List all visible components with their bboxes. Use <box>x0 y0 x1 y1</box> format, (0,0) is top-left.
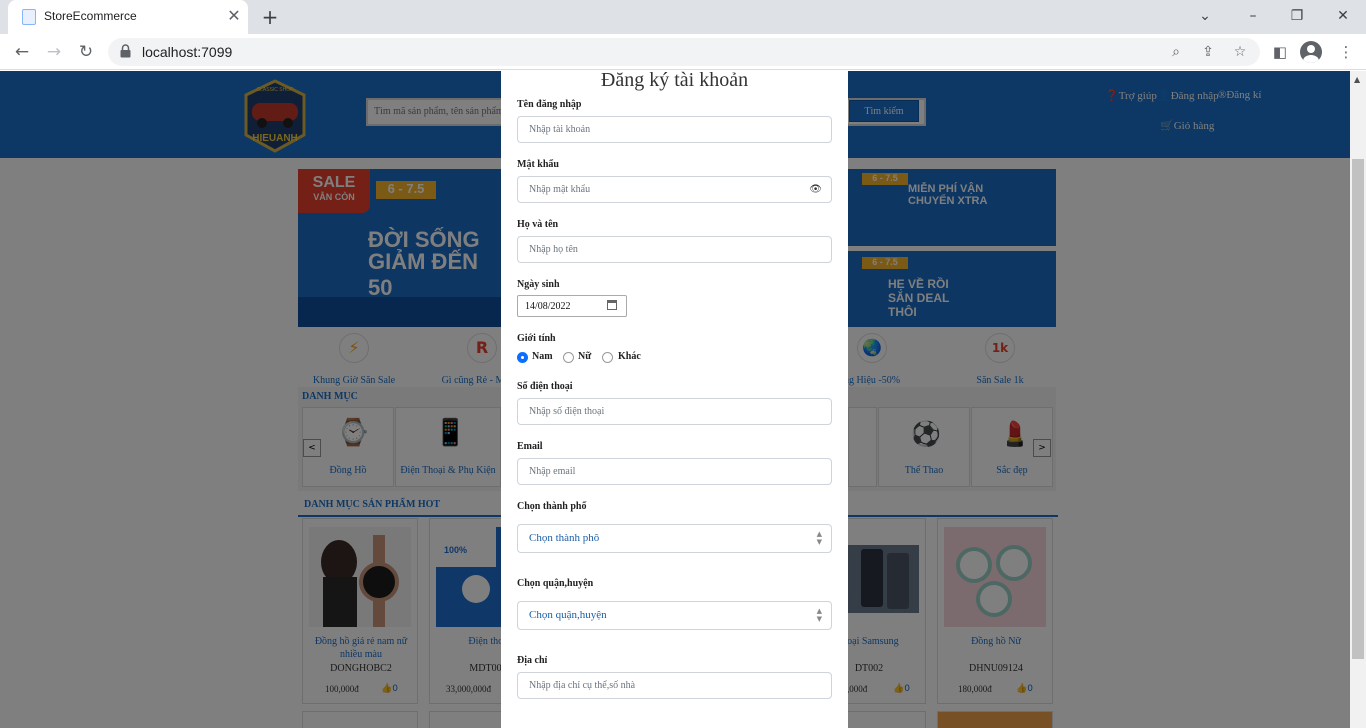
district-select[interactable]: Chọn quận,huyện ▲ ▼ <box>517 601 832 630</box>
gender-label-nam: Nam <box>532 351 553 362</box>
reload-icon[interactable]: ↻ <box>74 40 98 64</box>
birthday-label: Ngày sinh <box>517 279 560 290</box>
scroll-up-arrow-icon[interactable]: ▲ <box>1354 75 1360 84</box>
password-placeholder: Nhập mật khẩu <box>529 184 591 195</box>
menu-kebab-icon[interactable]: ⋮ <box>1334 40 1358 64</box>
tab-title: StoreEcommerce <box>44 9 137 23</box>
address-bar[interactable]: localhost:7099 ⌕ ⇪ ☆ <box>108 38 1260 66</box>
gender-radio-nam[interactable] <box>517 352 528 363</box>
share-icon[interactable]: ⇪ <box>1198 42 1218 62</box>
page-scrollbar[interactable]: ▲ <box>1350 71 1366 728</box>
lock-icon <box>120 44 131 58</box>
username-label: Tên đăng nhập <box>517 99 582 110</box>
password-label: Mật khẩu <box>517 159 559 170</box>
birthday-value: 14/08/2022 <box>525 301 571 312</box>
side-panel-icon[interactable]: ◧ <box>1268 40 1292 64</box>
eye-icon[interactable]: 👁 <box>809 184 822 195</box>
district-label: Chọn quận,huyện <box>517 578 594 589</box>
fullname-label: Họ và tên <box>517 219 559 230</box>
city-value: Chọn thành phô <box>529 532 600 544</box>
phone-label: Số điện thoại <box>517 381 573 392</box>
restore-button[interactable]: ❐ <box>1284 5 1310 27</box>
select-arrows-icon: ▲ ▼ <box>816 530 822 546</box>
email-placeholder: Nhập email <box>529 466 576 477</box>
select-arrows-icon: ▲ ▼ <box>816 607 822 623</box>
gender-label-khac: Khác <box>618 351 641 362</box>
new-tab-button[interactable]: + <box>258 5 282 29</box>
browser-tab[interactable]: StoreEcommerce ✕ <box>8 0 248 34</box>
forward-arrow-icon[interactable]: → <box>42 40 66 64</box>
url-text[interactable]: localhost:7099 <box>142 44 232 60</box>
username-placeholder: Nhập tài khoản <box>529 124 591 135</box>
email-input[interactable]: Nhập email <box>517 458 832 485</box>
fullname-input[interactable]: Nhập họ tên <box>517 236 832 263</box>
gender-radio-nu[interactable] <box>563 352 574 363</box>
minimize-button[interactable]: – <box>1240 5 1266 27</box>
address-label: Địa chỉ <box>517 655 548 666</box>
zoom-icon[interactable]: ⌕ <box>1166 42 1186 62</box>
city-select[interactable]: Chọn thành phô ▲ ▼ <box>517 524 832 553</box>
phone-placeholder: Nhập số điện thoại <box>529 406 605 417</box>
gender-label: Giới tính <box>517 333 556 344</box>
browser-tabstrip: StoreEcommerce ✕ + ⌄ – ❐ ✕ <box>0 0 1366 34</box>
back-arrow-icon[interactable]: ← <box>10 40 34 64</box>
email-label: Email <box>517 441 543 452</box>
address-input[interactable]: Nhập địa chỉ cụ thể,số nhà <box>517 672 832 699</box>
profile-avatar-icon[interactable] <box>1300 41 1322 63</box>
gender-radio-khac[interactable] <box>602 352 613 363</box>
close-icon[interactable]: ✕ <box>224 6 244 26</box>
scrollbar-thumb[interactable] <box>1352 159 1364 659</box>
phone-input[interactable]: Nhập số điện thoại <box>517 398 832 425</box>
fullname-placeholder: Nhập họ tên <box>529 244 578 255</box>
page-icon <box>22 9 36 25</box>
browser-toolbar: ← → ↻ localhost:7099 ⌕ ⇪ ☆ ◧ ⋮ <box>0 34 1366 70</box>
address-placeholder: Nhập địa chỉ cụ thể,số nhà <box>529 680 636 691</box>
tab-search-icon[interactable]: ⌄ <box>1192 5 1218 27</box>
password-input[interactable]: Nhập mật khẩu 👁 <box>517 176 832 203</box>
calendar-icon[interactable] <box>607 300 617 310</box>
page-viewport: CLASSIC SHOP HIEUANH Tìm mã sản phẩm, tê… <box>0 71 1366 728</box>
bookmark-star-icon[interactable]: ☆ <box>1230 42 1250 62</box>
modal-title: Đăng ký tài khoản <box>600 71 749 91</box>
gender-label-nu: Nữ <box>578 351 592 362</box>
birthday-date-input[interactable]: 14/08/2022 <box>517 295 627 317</box>
username-input[interactable]: Nhập tài khoản <box>517 116 832 143</box>
register-modal: Đăng ký tài khoản Tên đăng nhập Nhập tài… <box>501 71 848 728</box>
city-label: Chọn thành phố <box>517 501 587 512</box>
window-close-button[interactable]: ✕ <box>1330 5 1356 27</box>
district-value: Chọn quận,huyện <box>529 609 607 621</box>
